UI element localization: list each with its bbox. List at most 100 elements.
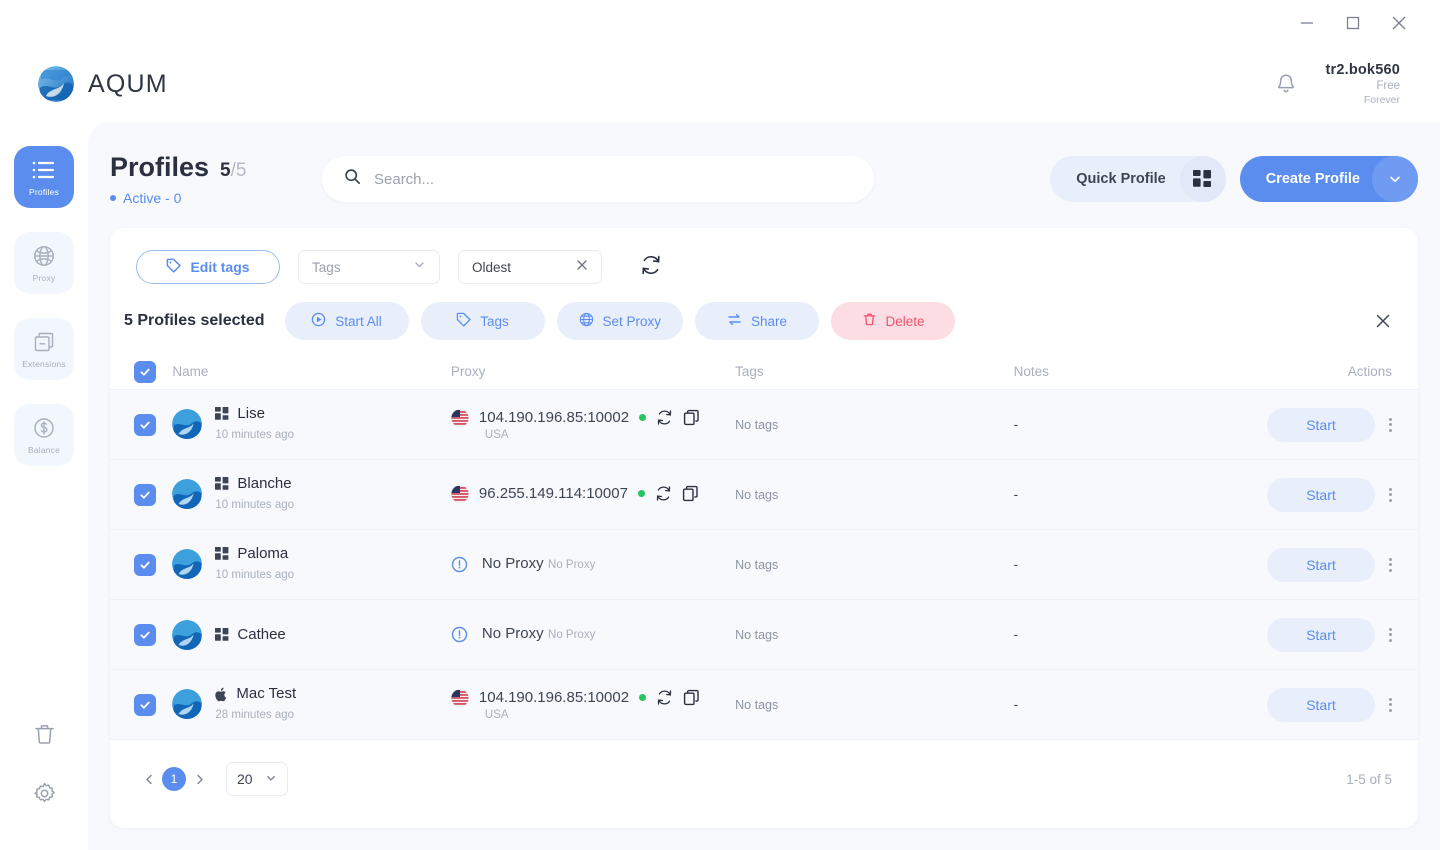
- row-menu-icon[interactable]: [1388, 627, 1392, 642]
- proxy-country: No Proxy: [548, 559, 596, 572]
- sidebar-bottom: [32, 722, 57, 850]
- row-menu-icon[interactable]: [1388, 557, 1392, 572]
- column-header-tags[interactable]: Tags: [735, 364, 1013, 379]
- column-header-notes[interactable]: Notes: [1014, 364, 1241, 379]
- proxy-cell[interactable]: No Proxy No Proxy: [451, 624, 735, 645]
- row-menu-icon[interactable]: [1388, 697, 1392, 712]
- column-header-name[interactable]: Name: [172, 364, 450, 379]
- proxy-copy-icon[interactable]: [683, 689, 700, 706]
- gear-icon[interactable]: [32, 781, 57, 806]
- profile-updated: 10 minutes ago: [215, 498, 295, 511]
- brand[interactable]: AQUM: [38, 66, 168, 102]
- start-button[interactable]: Start: [1266, 477, 1375, 512]
- start-button[interactable]: Start: [1266, 547, 1375, 582]
- search-input[interactable]: [374, 170, 852, 188]
- start-all-button[interactable]: Start All: [284, 302, 409, 340]
- sidebar-item-balance[interactable]: Balance: [14, 404, 74, 466]
- apple-os-icon: [215, 687, 228, 702]
- list-icon: [31, 157, 57, 183]
- profile-name-cell[interactable]: Cathee: [172, 619, 450, 650]
- tag-icon: [456, 312, 471, 330]
- bulk-delete-button[interactable]: Delete: [831, 302, 956, 340]
- minimize-button[interactable]: [1284, 6, 1330, 40]
- proxy-cell[interactable]: No Proxy No Proxy: [451, 554, 735, 575]
- actions-cell: Start: [1240, 687, 1392, 722]
- page-size-select[interactable]: 20: [226, 762, 288, 796]
- table-row[interactable]: Cathee No Proxy No Proxy No tags - Start: [110, 600, 1418, 670]
- sidebar-item-proxy[interactable]: Proxy: [14, 232, 74, 294]
- check-icon: [140, 701, 150, 709]
- proxy-cell[interactable]: 104.190.196.85:10002 USA: [450, 688, 735, 721]
- prev-page-button[interactable]: [136, 766, 162, 792]
- notifications-button[interactable]: [1273, 71, 1299, 97]
- row-checkbox[interactable]: [134, 413, 156, 436]
- windows-grid-icon[interactable]: [1179, 156, 1226, 202]
- edit-tags-button[interactable]: Edit tags: [136, 250, 280, 284]
- refresh-button[interactable]: [640, 254, 662, 281]
- sidebar-item-profiles[interactable]: Profiles: [14, 146, 74, 208]
- pagination: 1 20 1-5 of 5: [110, 740, 1418, 796]
- tags-value: No tags: [735, 557, 779, 572]
- proxy-refresh-icon[interactable]: [656, 409, 673, 426]
- proxy-refresh-icon[interactable]: [656, 689, 673, 706]
- next-page-button[interactable]: [186, 766, 212, 792]
- tags-cell[interactable]: No tags: [735, 486, 1013, 504]
- tags-cell[interactable]: No tags: [735, 556, 1013, 574]
- user-info[interactable]: tr2.bok560 Free Forever: [1325, 61, 1400, 107]
- proxy-copy-icon[interactable]: [682, 485, 699, 502]
- row-checkbox[interactable]: [134, 483, 156, 506]
- create-profile-button[interactable]: Create Profile: [1239, 156, 1418, 202]
- chevron-down-icon[interactable]: [1372, 156, 1418, 202]
- table-row[interactable]: Mac Test 28 minutes ago 104.190.196.85:1…: [110, 670, 1418, 740]
- share-button[interactable]: Share: [695, 302, 820, 340]
- notes-cell[interactable]: -: [1014, 416, 1241, 434]
- row-menu-icon[interactable]: [1388, 417, 1392, 432]
- tags-cell[interactable]: No tags: [735, 416, 1013, 434]
- notes-value: -: [1013, 556, 1019, 572]
- proxy-cell[interactable]: 96.255.149.114:10007: [450, 484, 735, 505]
- notes-cell[interactable]: -: [1014, 486, 1241, 504]
- set-proxy-button[interactable]: Set Proxy: [556, 302, 684, 340]
- start-button[interactable]: Start: [1266, 617, 1375, 652]
- row-select-cell: [134, 483, 172, 506]
- profile-name-cell[interactable]: Blanche 10 minutes ago: [172, 474, 450, 514]
- avatar: [172, 409, 203, 440]
- profile-name-cell[interactable]: Mac Test 28 minutes ago: [172, 684, 450, 724]
- tags-cell[interactable]: No tags: [735, 626, 1013, 644]
- notes-cell[interactable]: -: [1014, 696, 1241, 714]
- notes-cell[interactable]: -: [1014, 626, 1241, 644]
- proxy-cell[interactable]: 104.190.196.85:10002 USA: [450, 408, 735, 441]
- trash-icon[interactable]: [32, 722, 57, 747]
- close-icon[interactable]: [576, 258, 588, 276]
- table-row[interactable]: Lise 10 minutes ago 104.190.196.85:10002: [110, 390, 1418, 460]
- profile-name-cell[interactable]: Lise 10 minutes ago: [172, 404, 450, 444]
- page-number-1[interactable]: 1: [162, 767, 186, 791]
- select-all-checkbox[interactable]: [134, 360, 156, 383]
- table-row[interactable]: Blanche 10 minutes ago 96.255.149.114:10…: [110, 460, 1418, 530]
- start-button[interactable]: Start: [1266, 407, 1375, 442]
- sort-filter-select[interactable]: Oldest: [458, 250, 602, 284]
- proxy-refresh-icon[interactable]: [655, 485, 672, 502]
- row-checkbox[interactable]: [134, 623, 156, 646]
- close-selection-button[interactable]: [1374, 312, 1392, 330]
- sidebar-item-extensions[interactable]: Extensions: [14, 318, 74, 380]
- table-row[interactable]: Paloma 10 minutes ago No Proxy No Proxy: [110, 530, 1418, 600]
- edit-tags-label: Edit tags: [190, 259, 250, 275]
- maximize-button[interactable]: [1330, 6, 1376, 40]
- column-header-proxy[interactable]: Proxy: [451, 364, 735, 379]
- proxy-copy-icon[interactable]: [683, 409, 700, 426]
- close-button[interactable]: [1376, 6, 1422, 40]
- profile-name: Cathee: [237, 625, 286, 643]
- search-bar[interactable]: [322, 156, 874, 202]
- bulk-tags-button[interactable]: Tags: [420, 302, 545, 340]
- tags-cell[interactable]: No tags: [735, 696, 1013, 714]
- row-checkbox[interactable]: [134, 553, 156, 576]
- notes-cell[interactable]: -: [1014, 556, 1241, 574]
- row-menu-icon[interactable]: [1388, 487, 1392, 502]
- quick-profile-button[interactable]: Quick Profile: [1050, 156, 1226, 202]
- start-button[interactable]: Start: [1266, 687, 1375, 722]
- row-checkbox[interactable]: [134, 693, 156, 716]
- profile-name-cell[interactable]: Paloma 10 minutes ago: [172, 544, 450, 584]
- tags-filter-select[interactable]: Tags: [298, 250, 440, 284]
- proxy-status-dot-icon: [639, 414, 647, 421]
